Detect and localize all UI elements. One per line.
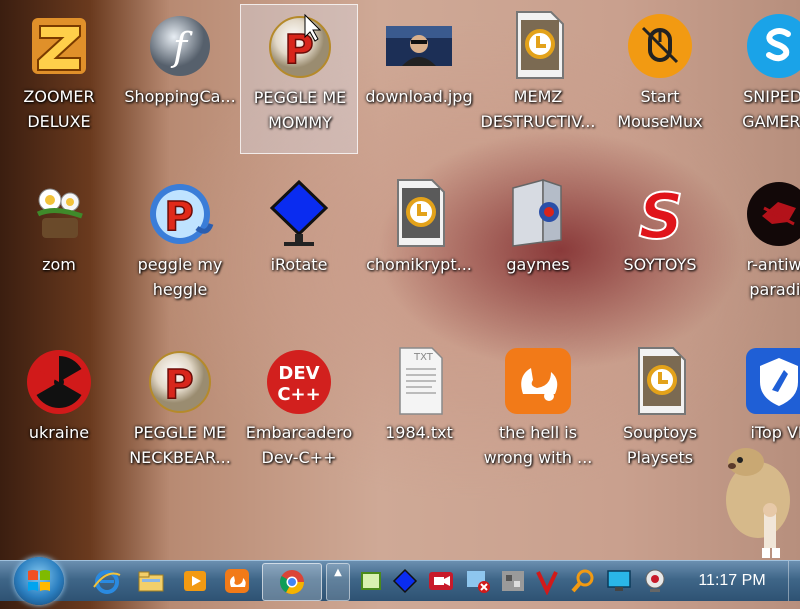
image-thumbnail-icon <box>386 26 452 66</box>
windows-logo-icon <box>28 570 50 591</box>
taskbar: ▲ 11:17 PM <box>0 557 800 605</box>
skype-icon <box>747 14 800 78</box>
icon-label: peggle my heggle <box>137 255 223 299</box>
dev-cpp-icon: DEV C++ <box>267 350 331 414</box>
icon-label: download.jpg <box>365 87 473 106</box>
desktop-icon-memz-destructive[interactable]: MEMZ DESTRUCTIV... <box>479 4 597 154</box>
taskbar-chrome-button[interactable] <box>262 563 322 601</box>
text-file-icon: TXT <box>399 347 443 415</box>
icon-label: MEMZ DESTRUCTIV... <box>480 87 596 131</box>
desktop-icon-the-hell-is-wrong[interactable]: the hell is wrong with ... <box>479 340 597 490</box>
chrome-icon <box>279 570 304 595</box>
disabled-app-icon[interactable] <box>462 567 492 595</box>
mousemux-icon <box>628 14 692 78</box>
itop-vpn-icon <box>746 348 800 414</box>
hamster-mascot-image <box>726 448 790 558</box>
plants-vs-zombies-icon <box>36 188 83 238</box>
icon-label: Start MouseMux <box>617 87 703 131</box>
uc-browser-icon <box>505 348 571 414</box>
icon-label: Embarcadero Dev-C++ <box>245 423 353 467</box>
icon-label: zom <box>42 255 76 274</box>
pixel-art-icon[interactable] <box>498 567 528 595</box>
webcam-icon[interactable] <box>640 567 670 595</box>
icon-label: iRotate <box>270 255 328 274</box>
irotate-tray-icon[interactable] <box>390 567 420 595</box>
peggle-icon: P <box>150 184 214 244</box>
desktop-icon-peggle-my-heggle[interactable]: P peggle my heggle <box>121 172 239 322</box>
icon-label: ukraine <box>28 423 90 442</box>
icon-label: ZOOMER DELUXE <box>23 87 95 131</box>
icon-label: SOYTOYS <box>623 255 697 274</box>
uc-browser-icon[interactable] <box>222 567 252 595</box>
r-antiwork-icon <box>747 182 800 246</box>
desktop-icon-zoomer-deluxe[interactable]: ZOOMER DELUXE <box>0 4 118 154</box>
flash-player-icon: f <box>150 16 210 76</box>
icon-label: PEGGLE ME NECKBEAR... <box>129 423 231 467</box>
desktop-icon-ukraine[interactable]: ukraine <box>0 340 118 490</box>
irotate-icon <box>269 179 329 246</box>
peggle-icon: P <box>149 351 211 413</box>
icon-label: r-antiwo paradis <box>746 255 800 299</box>
system-clock[interactable]: 11:17 PM <box>682 561 782 601</box>
icon-label: SNIPED!! GAMER 3 <box>742 87 800 131</box>
svg-text:P: P <box>164 194 193 240</box>
v-letter-icon[interactable] <box>532 567 562 595</box>
svg-text:P: P <box>164 362 193 408</box>
folder-icon <box>512 178 562 247</box>
svg-text:S: S <box>639 180 684 248</box>
zoomer-deluxe-icon <box>32 18 86 74</box>
desktop-icon-peggle-me-mommy[interactable]: P PEGGLE ME MOMMY <box>240 4 358 154</box>
peggle-icon: P <box>269 13 331 78</box>
desktop: ZOOMER DELUXE f ShoppingCa... P PEGGLE M… <box>0 0 800 560</box>
desktop-icon-sniped-gamer[interactable]: SNIPED!! GAMER 3 <box>720 4 800 154</box>
icon-label: Souptoys Playsets <box>622 423 698 467</box>
desktop-icon-start-mousemux[interactable]: Start MouseMux <box>601 4 719 154</box>
desktop-icon-embarcadero-dev-cpp[interactable]: DEV C++ Embarcadero Dev-C++ <box>240 340 358 490</box>
desktop-icon-irotate[interactable]: iRotate <box>240 172 358 322</box>
internet-explorer-icon[interactable] <box>92 567 122 595</box>
desktop-icon-gaymes[interactable]: gaymes <box>479 172 597 322</box>
snipping-tool-icon[interactable] <box>356 567 386 595</box>
shortcut-file-icon <box>638 347 686 415</box>
desktop-icon-peggle-me-neckbear[interactable]: P PEGGLE ME NECKBEAR... <box>121 340 239 490</box>
desktop-icon-shoppingcart[interactable]: f ShoppingCa... <box>121 4 239 154</box>
taskbar-scroll-arrow[interactable]: ▲ <box>326 563 350 601</box>
icon-label: ShoppingCa... <box>124 87 236 106</box>
icon-label: chomikrypt... <box>366 255 472 274</box>
start-button[interactable] <box>14 557 64 605</box>
svg-text:TXT: TXT <box>413 352 434 363</box>
desktop-icon-souptoys-playsets[interactable]: Souptoys Playsets <box>601 340 719 490</box>
radiation-icon <box>27 350 91 414</box>
soytoys-icon: S <box>638 179 685 248</box>
icon-label: the hell is wrong with ... <box>483 423 593 467</box>
desktop-icon-1984-txt[interactable]: TXT 1984.txt <box>360 340 478 490</box>
desktop-icon-soytoys[interactable]: S SOYTOYS <box>601 172 719 322</box>
shortcut-file-icon <box>397 179 445 247</box>
media-player-icon[interactable] <box>180 567 210 595</box>
icon-label: gaymes <box>506 255 570 274</box>
svg-text:DEV: DEV <box>278 363 319 384</box>
desktop-icon-r-antiwo-paradis[interactable]: r-antiwo paradis <box>720 172 800 322</box>
icon-label: 1984.txt <box>385 423 453 442</box>
desktop-icon-chomikrypt[interactable]: chomikrypt... <box>360 172 478 322</box>
icon-label: PEGGLE ME MOMMY <box>253 88 347 132</box>
display-icon[interactable] <box>604 567 634 595</box>
svg-text:P: P <box>284 27 313 73</box>
file-explorer-icon[interactable] <box>136 567 166 595</box>
svg-text:C++: C++ <box>277 384 320 405</box>
desktop-icon-download-jpg[interactable]: download.jpg <box>360 4 478 154</box>
desktop-icon-zom[interactable]: zom <box>0 172 118 322</box>
magnifier-icon[interactable] <box>568 567 598 595</box>
show-desktop-button[interactable] <box>788 561 800 601</box>
screen-recorder-icon[interactable] <box>426 567 456 595</box>
shortcut-file-icon <box>516 11 564 79</box>
